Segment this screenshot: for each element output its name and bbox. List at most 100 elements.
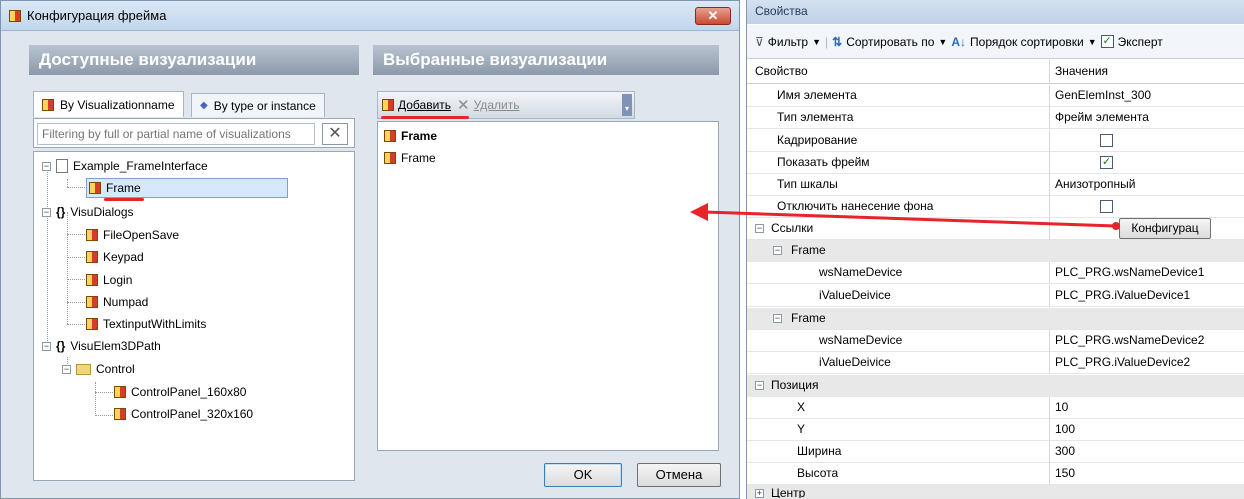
selected-item-frame[interactable]: Frame — [384, 126, 437, 146]
property-row[interactable]: iValueDeivice PLC_PRG.iValueDevice2 — [747, 352, 1244, 374]
property-row[interactable]: wsNameDevice PLC_PRG.wsNameDevice2 — [747, 330, 1244, 352]
toolbar-overflow-icon[interactable]: ▾ — [622, 94, 632, 116]
collapse-icon[interactable]: − — [42, 341, 51, 351]
frame-icon — [86, 296, 98, 308]
tree-item-controlpanel-160x80[interactable]: ControlPanel_160x80 — [114, 382, 246, 402]
properties-toolbar: ⊽ Фильтр ▼ | ⇅ Сортировать по ▼ A↓ Поряд… — [747, 25, 1244, 59]
namespace-braces-icon: {} — [56, 205, 66, 219]
sort-by-dropdown[interactable]: Сортировать по — [846, 35, 934, 49]
dialog-titlebar: Конфигурация фрейма — [1, 1, 739, 31]
selected-visualizations-list: Frame Frame — [377, 121, 719, 451]
frame-icon — [114, 386, 126, 398]
tree-item-label: Control — [96, 362, 135, 376]
collapse-icon[interactable]: − — [755, 224, 764, 233]
property-row[interactable]: Отключить нанесение фона — [747, 196, 1244, 218]
filter-input[interactable] — [37, 123, 315, 145]
tree-item-numpad[interactable]: Numpad — [86, 292, 148, 312]
collapse-icon[interactable]: − — [773, 246, 782, 255]
tree-item-label: VisuDialogs — [70, 205, 134, 219]
add-button[interactable]: Добавить — [382, 98, 451, 112]
frame-icon — [384, 152, 396, 164]
tree-item-control[interactable]: − Control — [62, 359, 135, 379]
tree-item-visuelem3dpath[interactable]: − {} VisuElem3DPath — [42, 336, 161, 356]
group-row-frame[interactable]: − Frame — [747, 308, 1244, 330]
frame-icon — [114, 408, 126, 420]
properties-panel: Свойства ⊽ Фильтр ▼ | ⇅ Сортировать по ▼… — [746, 0, 1244, 499]
property-row[interactable]: Y 100 — [747, 419, 1244, 441]
property-row[interactable]: Имя элемента GenElemInst_300 — [747, 85, 1244, 107]
dialog-title: Конфигурация фрейма — [27, 8, 167, 23]
property-row[interactable]: Высота 150 — [747, 463, 1244, 485]
group-row-position[interactable]: − Позиция — [747, 375, 1244, 397]
tab-label: By type or instance — [213, 98, 316, 113]
group-row-center[interactable]: + Центр — [747, 485, 1244, 499]
sort-order-icon: A↓ — [951, 34, 967, 49]
property-row[interactable]: Ширина 300 — [747, 441, 1244, 463]
tree-item-example-frameinterface[interactable]: − Example_FrameInterface — [42, 156, 208, 176]
property-value: 10 — [1055, 400, 1069, 414]
frame-configuration-dialog: Конфигурация фрейма ✕ Доступные визуализ… — [0, 0, 740, 499]
property-key: Frame — [791, 243, 826, 257]
tree-item-fileopensave[interactable]: FileOpenSave — [86, 225, 179, 245]
tree-item-frame-selected[interactable]: Frame — [86, 178, 288, 198]
tree-item-keypad[interactable]: Keypad — [86, 247, 144, 267]
red-underline-annotation — [104, 198, 144, 201]
frame-icon — [9, 9, 21, 22]
property-row-links[interactable]: − Ссылки Конфигурац — [747, 218, 1244, 240]
group-row-frame[interactable]: − Frame — [747, 240, 1244, 262]
cancel-button[interactable]: Отмена — [637, 463, 721, 487]
filter-icon: ⊽ — [755, 34, 764, 49]
remove-button[interactable]: ✕ Удалить — [457, 96, 519, 114]
tab-by-visualizationname[interactable]: By Visualizationname — [33, 91, 184, 117]
selected-visualizations-heading: Выбранные визуализации — [373, 45, 719, 75]
tree-item-textinputwithlimits[interactable]: TextinputWithLimits — [86, 314, 206, 334]
chevron-down-icon[interactable]: ▼ — [938, 37, 947, 47]
tab-by-type-or-instance[interactable]: ◆ By type or instance — [191, 93, 325, 117]
clipping-checkbox[interactable] — [1100, 134, 1113, 147]
chevron-down-icon[interactable]: ▼ — [812, 37, 821, 47]
property-row[interactable]: wsNameDevice PLC_PRG.wsNameDevice1 — [747, 262, 1244, 284]
configure-button[interactable]: Конфигурац — [1119, 218, 1211, 239]
close-button[interactable]: ✕ — [695, 7, 731, 25]
property-key: Центр — [771, 486, 806, 499]
clear-filter-button[interactable]: ✕ — [322, 123, 348, 145]
tree-item-label: TextinputWithLimits — [103, 317, 207, 331]
property-key: Ширина — [797, 444, 842, 458]
property-value: GenElemInst_300 — [1055, 88, 1152, 102]
property-key: Высота — [797, 466, 839, 480]
column-values: Значения — [1055, 64, 1109, 78]
collapse-icon[interactable]: − — [62, 364, 71, 374]
property-row[interactable]: X 10 — [747, 397, 1244, 419]
show-frame-checkbox[interactable]: ✓ — [1100, 156, 1113, 169]
property-row[interactable]: iValueDeivice PLC_PRG.iValueDevice1 — [747, 285, 1244, 307]
chevron-down-icon[interactable]: ▼ — [1088, 37, 1097, 47]
collapse-icon[interactable]: − — [42, 161, 51, 171]
property-row[interactable]: Тип шкалы Анизотропный — [747, 174, 1244, 196]
filter-dropdown[interactable]: Фильтр — [768, 35, 808, 49]
tree-item-visudialogs[interactable]: − {} VisuDialogs — [42, 202, 134, 222]
delete-icon: ✕ — [457, 97, 470, 114]
collapse-icon[interactable]: − — [773, 314, 782, 323]
property-value: PLC_PRG.wsNameDevice2 — [1055, 333, 1205, 347]
selected-item-label: Frame — [401, 151, 436, 165]
property-key: X — [797, 400, 806, 414]
selected-item-frame[interactable]: Frame — [384, 148, 436, 168]
ok-button[interactable]: OK — [544, 463, 622, 487]
available-visualizations-heading: Доступные визуализации — [29, 45, 359, 75]
property-value: 300 — [1055, 444, 1076, 458]
property-row[interactable]: Кадрирование — [747, 130, 1244, 152]
property-row[interactable]: Тип элемента Фрейм элемента — [747, 107, 1244, 129]
tree-item-login[interactable]: Login — [86, 270, 132, 290]
collapse-icon[interactable]: − — [42, 207, 51, 217]
close-icon: ✕ — [707, 8, 719, 23]
collapse-icon[interactable]: − — [755, 381, 764, 390]
expert-checkbox[interactable]: ✓ — [1100, 35, 1114, 48]
disable-background-checkbox[interactable] — [1100, 200, 1113, 213]
tree-item-controlpanel-320x160[interactable]: ControlPanel_320x160 — [114, 404, 253, 424]
frame-icon — [382, 99, 394, 111]
sort-order-dropdown[interactable]: Порядок сортировки — [970, 35, 1084, 49]
diamond-icon: ◆ — [200, 100, 208, 111]
selected-toolbar: Добавить ✕ Удалить ▾ — [377, 91, 635, 119]
expand-icon[interactable]: + — [755, 489, 764, 498]
property-row[interactable]: Показать фрейм ✓ — [747, 152, 1244, 174]
